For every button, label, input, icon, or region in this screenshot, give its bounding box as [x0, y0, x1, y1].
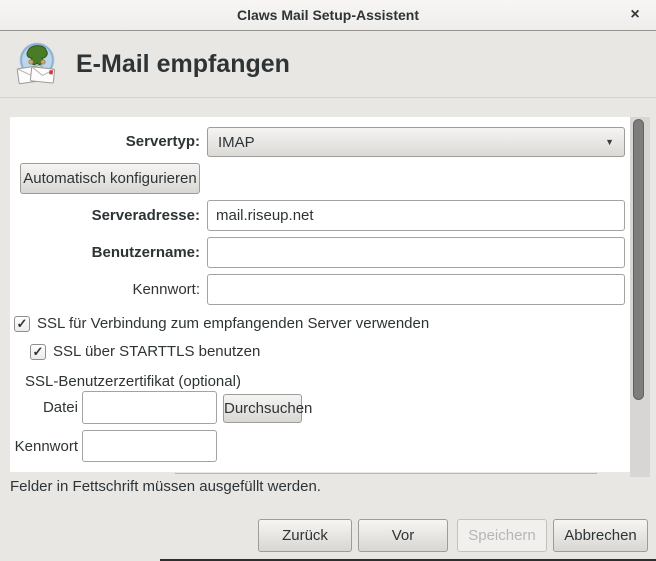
claws-mail-logo-icon: [13, 41, 61, 89]
scrollbar-thumb[interactable]: [633, 119, 644, 400]
ssl-checkbox-label[interactable]: SSL für Verbindung zum empfangenden Serv…: [37, 315, 429, 332]
form-panel: Servertyp: IMAP ▼ Automatisch konfigurie…: [10, 117, 630, 472]
close-icon[interactable]: ×: [625, 5, 645, 25]
password-label: Kennwort:: [10, 275, 200, 305]
save-button[interactable]: Speichern: [457, 519, 547, 552]
scrollbar[interactable]: [630, 117, 650, 477]
browse-button[interactable]: Durchsuchen: [223, 394, 302, 423]
page-title: E-Mail empfangen: [76, 50, 290, 79]
back-button[interactable]: Zurück: [258, 519, 352, 552]
server-address-input[interactable]: [207, 200, 625, 231]
footer-note: Felder in Fettschrift müssen ausgefüllt …: [10, 478, 321, 495]
username-input[interactable]: [207, 237, 625, 268]
starttls-checkbox-label[interactable]: SSL über STARTTLS benutzen: [53, 343, 260, 360]
cert-file-label: Datei: [10, 393, 78, 423]
window-title: Claws Mail Setup-Assistent: [237, 7, 419, 23]
username-label: Benutzername:: [10, 238, 200, 268]
ssl-checkbox[interactable]: ✓: [14, 316, 30, 332]
cert-password-input[interactable]: [82, 430, 217, 462]
server-address-label: Serveradresse:: [10, 201, 200, 231]
cert-file-input[interactable]: [82, 391, 217, 424]
header: E-Mail empfangen: [0, 32, 656, 98]
panel-bottom-separator: [175, 473, 597, 474]
servertype-value: IMAP: [218, 134, 255, 151]
servertype-dropdown[interactable]: IMAP ▼: [207, 127, 625, 157]
cancel-button[interactable]: Abbrechen: [553, 519, 648, 552]
titlebar: Claws Mail Setup-Assistent ×: [0, 0, 656, 31]
password-input[interactable]: [207, 274, 625, 305]
servertype-label: Servertyp:: [10, 127, 200, 157]
chevron-down-icon: ▼: [605, 137, 614, 147]
next-button[interactable]: Vor: [358, 519, 448, 552]
autoconfig-button[interactable]: Automatisch konfigurieren: [20, 163, 200, 194]
cert-password-label: Kennwort: [10, 432, 78, 462]
starttls-checkbox[interactable]: ✓: [30, 344, 46, 360]
